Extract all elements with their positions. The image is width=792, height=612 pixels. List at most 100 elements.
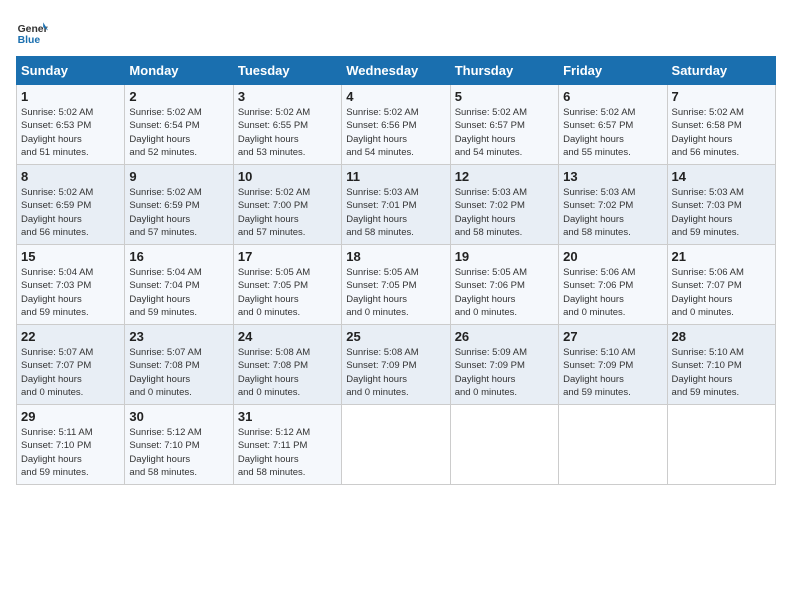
calendar-cell-13: 13 Sunrise: 5:03 AMSunset: 7:02 PMDaylig… [559,165,667,245]
calendar-cell-4: 4 Sunrise: 5:02 AMSunset: 6:56 PMDayligh… [342,85,450,165]
calendar-cell-15: 15 Sunrise: 5:04 AMSunset: 7:03 PMDaylig… [17,245,125,325]
day-number: 17 [238,249,337,264]
calendar-cell-18: 18 Sunrise: 5:05 AMSunset: 7:05 PMDaylig… [342,245,450,325]
day-number: 5 [455,89,554,104]
day-detail: Sunrise: 5:02 AMSunset: 6:57 PMDaylight … [455,107,527,158]
day-detail: Sunrise: 5:06 AMSunset: 7:06 PMDaylight … [563,267,635,318]
calendar-cell-11: 11 Sunrise: 5:03 AMSunset: 7:01 PMDaylig… [342,165,450,245]
calendar-week-3: 22 Sunrise: 5:07 AMSunset: 7:07 PMDaylig… [17,325,776,405]
day-number: 23 [129,329,228,344]
day-detail: Sunrise: 5:10 AMSunset: 7:10 PMDaylight … [672,347,744,398]
calendar-week-4: 29 Sunrise: 5:11 AMSunset: 7:10 PMDaylig… [17,405,776,485]
day-detail: Sunrise: 5:05 AMSunset: 7:05 PMDaylight … [238,267,310,318]
day-number: 26 [455,329,554,344]
day-number: 18 [346,249,445,264]
day-number: 2 [129,89,228,104]
day-detail: Sunrise: 5:08 AMSunset: 7:08 PMDaylight … [238,347,310,398]
calendar-cell-14: 14 Sunrise: 5:03 AMSunset: 7:03 PMDaylig… [667,165,775,245]
day-number: 27 [563,329,662,344]
svg-text:Blue: Blue [18,35,41,46]
calendar-table: SundayMondayTuesdayWednesdayThursdayFrid… [16,56,776,485]
calendar-cell-30: 30 Sunrise: 5:12 AMSunset: 7:10 PMDaylig… [125,405,233,485]
calendar-cell-7: 7 Sunrise: 5:02 AMSunset: 6:58 PMDayligh… [667,85,775,165]
weekday-header-row: SundayMondayTuesdayWednesdayThursdayFrid… [17,57,776,85]
calendar-cell-17: 17 Sunrise: 5:05 AMSunset: 7:05 PMDaylig… [233,245,341,325]
calendar-cell-5: 5 Sunrise: 5:02 AMSunset: 6:57 PMDayligh… [450,85,558,165]
day-detail: Sunrise: 5:04 AMSunset: 7:03 PMDaylight … [21,267,93,318]
day-number: 10 [238,169,337,184]
day-detail: Sunrise: 5:04 AMSunset: 7:04 PMDaylight … [129,267,201,318]
calendar-cell-24: 24 Sunrise: 5:08 AMSunset: 7:08 PMDaylig… [233,325,341,405]
calendar-cell-23: 23 Sunrise: 5:07 AMSunset: 7:08 PMDaylig… [125,325,233,405]
day-number: 4 [346,89,445,104]
day-number: 12 [455,169,554,184]
day-number: 15 [21,249,120,264]
day-detail: Sunrise: 5:02 AMSunset: 6:54 PMDaylight … [129,107,201,158]
day-number: 1 [21,89,120,104]
day-number: 19 [455,249,554,264]
day-detail: Sunrise: 5:10 AMSunset: 7:09 PMDaylight … [563,347,635,398]
weekday-header-saturday: Saturday [667,57,775,85]
day-detail: Sunrise: 5:02 AMSunset: 6:56 PMDaylight … [346,107,418,158]
day-detail: Sunrise: 5:03 AMSunset: 7:03 PMDaylight … [672,187,744,238]
calendar-cell-26: 26 Sunrise: 5:09 AMSunset: 7:09 PMDaylig… [450,325,558,405]
page-header: General Blue [16,16,776,48]
day-number: 29 [21,409,120,424]
calendar-cell-empty [450,405,558,485]
day-detail: Sunrise: 5:05 AMSunset: 7:05 PMDaylight … [346,267,418,318]
day-detail: Sunrise: 5:02 AMSunset: 6:57 PMDaylight … [563,107,635,158]
day-number: 14 [672,169,771,184]
calendar-cell-19: 19 Sunrise: 5:05 AMSunset: 7:06 PMDaylig… [450,245,558,325]
calendar-cell-31: 31 Sunrise: 5:12 AMSunset: 7:11 PMDaylig… [233,405,341,485]
day-detail: Sunrise: 5:03 AMSunset: 7:02 PMDaylight … [563,187,635,238]
day-number: 16 [129,249,228,264]
day-number: 8 [21,169,120,184]
day-detail: Sunrise: 5:05 AMSunset: 7:06 PMDaylight … [455,267,527,318]
calendar-cell-9: 9 Sunrise: 5:02 AMSunset: 6:59 PMDayligh… [125,165,233,245]
day-detail: Sunrise: 5:09 AMSunset: 7:09 PMDaylight … [455,347,527,398]
logo-icon: General Blue [16,16,48,48]
weekday-header-friday: Friday [559,57,667,85]
day-number: 9 [129,169,228,184]
calendar-cell-3: 3 Sunrise: 5:02 AMSunset: 6:55 PMDayligh… [233,85,341,165]
day-detail: Sunrise: 5:11 AMSunset: 7:10 PMDaylight … [21,427,93,478]
day-number: 28 [672,329,771,344]
day-number: 31 [238,409,337,424]
day-number: 3 [238,89,337,104]
day-number: 11 [346,169,445,184]
day-detail: Sunrise: 5:06 AMSunset: 7:07 PMDaylight … [672,267,744,318]
calendar-cell-16: 16 Sunrise: 5:04 AMSunset: 7:04 PMDaylig… [125,245,233,325]
weekday-header-monday: Monday [125,57,233,85]
logo: General Blue [16,16,48,48]
calendar-cell-27: 27 Sunrise: 5:10 AMSunset: 7:09 PMDaylig… [559,325,667,405]
day-number: 24 [238,329,337,344]
calendar-cell-empty [342,405,450,485]
calendar-cell-12: 12 Sunrise: 5:03 AMSunset: 7:02 PMDaylig… [450,165,558,245]
day-number: 6 [563,89,662,104]
day-detail: Sunrise: 5:02 AMSunset: 6:59 PMDaylight … [129,187,201,238]
day-detail: Sunrise: 5:07 AMSunset: 7:07 PMDaylight … [21,347,93,398]
day-detail: Sunrise: 5:02 AMSunset: 6:53 PMDaylight … [21,107,93,158]
day-number: 25 [346,329,445,344]
day-detail: Sunrise: 5:02 AMSunset: 6:58 PMDaylight … [672,107,744,158]
calendar-cell-6: 6 Sunrise: 5:02 AMSunset: 6:57 PMDayligh… [559,85,667,165]
day-number: 21 [672,249,771,264]
calendar-cell-8: 8 Sunrise: 5:02 AMSunset: 6:59 PMDayligh… [17,165,125,245]
calendar-cell-21: 21 Sunrise: 5:06 AMSunset: 7:07 PMDaylig… [667,245,775,325]
calendar-body: 1 Sunrise: 5:02 AMSunset: 6:53 PMDayligh… [17,85,776,485]
weekday-header-sunday: Sunday [17,57,125,85]
day-number: 20 [563,249,662,264]
calendar-cell-empty [667,405,775,485]
day-number: 22 [21,329,120,344]
calendar-cell-2: 2 Sunrise: 5:02 AMSunset: 6:54 PMDayligh… [125,85,233,165]
calendar-cell-22: 22 Sunrise: 5:07 AMSunset: 7:07 PMDaylig… [17,325,125,405]
calendar-cell-20: 20 Sunrise: 5:06 AMSunset: 7:06 PMDaylig… [559,245,667,325]
day-detail: Sunrise: 5:02 AMSunset: 6:55 PMDaylight … [238,107,310,158]
day-detail: Sunrise: 5:03 AMSunset: 7:01 PMDaylight … [346,187,418,238]
day-detail: Sunrise: 5:12 AMSunset: 7:10 PMDaylight … [129,427,201,478]
calendar-cell-25: 25 Sunrise: 5:08 AMSunset: 7:09 PMDaylig… [342,325,450,405]
calendar-week-1: 8 Sunrise: 5:02 AMSunset: 6:59 PMDayligh… [17,165,776,245]
calendar-cell-empty [559,405,667,485]
weekday-header-thursday: Thursday [450,57,558,85]
day-detail: Sunrise: 5:12 AMSunset: 7:11 PMDaylight … [238,427,310,478]
